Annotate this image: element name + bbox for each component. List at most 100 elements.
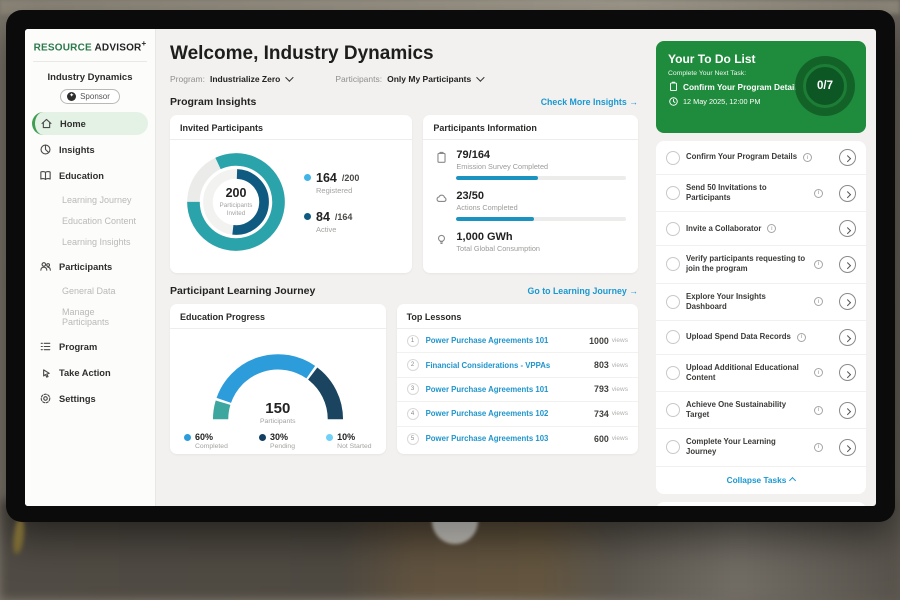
chevron-right-icon[interactable] [839, 149, 856, 166]
sidebar-item-settings[interactable]: Settings [32, 387, 148, 410]
sidebar-item-insights[interactable]: Insights [32, 138, 148, 161]
gauge-legend-label: Completed [195, 443, 228, 450]
todo-item-label: Verify participants requesting to join t… [686, 254, 808, 274]
chevron-right-icon[interactable] [839, 256, 856, 273]
learning-journey-header: Participant Learning Journey Go to Learn… [170, 285, 638, 297]
info-icon: i [767, 224, 776, 233]
legend-dot [184, 434, 191, 441]
info-icon: i [814, 260, 823, 269]
sidebar-item-label: Take Action [59, 368, 111, 378]
todo-item-invite-a-collaborator[interactable]: Invite a Collaboratori [656, 212, 866, 246]
participants-information-title: Participants Information [423, 115, 638, 140]
chevron-down-icon [476, 73, 484, 81]
info-icon: i [797, 333, 806, 342]
lesson-rank: 4 [407, 408, 419, 420]
legend-dot [304, 174, 311, 181]
stat-value: 79/164 [456, 149, 626, 161]
todo-item-label: Upload Additional Educational Content [686, 363, 808, 383]
gauge-legend-label: Pending [270, 443, 295, 450]
todo-item-send-50-invitations-to-participants[interactable]: Send 50 Invitations to Participantsi [656, 175, 866, 212]
lesson-title-link[interactable]: Power Purchase Agreements 103 [426, 434, 594, 443]
sidebar-item-label: Participants [59, 262, 112, 272]
todo-panel: Your To Do List Complete Your Next Task:… [652, 29, 876, 506]
sidebar-item-education-content[interactable]: Education Content [32, 211, 148, 231]
invited-legend: 164/200Registered84/164Active [304, 171, 359, 234]
todo-item-upload-spend-data-records[interactable]: Upload Spend Data Records i [656, 321, 866, 355]
sidebar-item-manage-participants[interactable]: Manage Participants [32, 302, 148, 332]
sidebar-item-label: Manage Participants [62, 307, 141, 327]
lesson-rank: 5 [407, 433, 419, 445]
sidebar-item-take-action[interactable]: Take Action [32, 361, 148, 384]
participants-stats: 79/164Emission Survey Completed23/50Acti… [423, 140, 638, 253]
sidebar-item-label: Program [59, 342, 97, 352]
chevron-right-icon[interactable] [839, 402, 856, 419]
program-filter-label: Program: [170, 74, 205, 84]
sidebar-item-education[interactable]: Education [32, 164, 148, 187]
chevron-right-icon[interactable] [839, 220, 856, 237]
lesson-title-link[interactable]: Power Purchase Agreements 101 [426, 336, 590, 345]
stat-value: 1,000 GWh [456, 231, 626, 243]
todo-checkbox[interactable] [666, 151, 680, 165]
lesson-row: 5Power Purchase Agreements 103600views [397, 427, 638, 451]
todo-item-verify-participants-requesting-to-join-the-program[interactable]: Verify participants requesting to join t… [656, 246, 866, 283]
todo-item-achieve-one-sustainability-target[interactable]: Achieve One Sustainability Targeti [656, 392, 866, 429]
todo-item-label: Upload Spend Data Records [686, 332, 791, 342]
sidebar-item-learning-journey[interactable]: Learning Journey [32, 190, 148, 210]
chevron-right-icon[interactable] [839, 364, 856, 381]
lesson-title-link[interactable]: Power Purchase Agreements 101 [426, 385, 594, 394]
chevron-right-icon[interactable] [839, 329, 856, 346]
insights-cards-row: Invited Participants 200 Participants In… [170, 115, 638, 273]
check-more-insights-link[interactable]: Check More Insights → [541, 97, 638, 107]
program-insights-title: Program Insights [170, 96, 256, 108]
legend-item-registered: 164/200Registered [304, 171, 359, 195]
chevron-up-icon [789, 476, 796, 483]
education-progress-card: Education Progress 150 Participants 60%C… [170, 304, 386, 454]
todo-checkbox[interactable] [666, 295, 680, 309]
todo-item-complete-your-learning-journey[interactable]: Complete Your Learning Journeyi [656, 429, 866, 466]
donut-center-label: 200 Participants Invited [178, 144, 294, 260]
participants-filter-select[interactable]: Only My Participants [387, 74, 482, 84]
gauge-legend-line: 30% [259, 432, 295, 442]
sidebar-item-home[interactable]: Home [32, 112, 148, 135]
top-lessons-card: Top Lessons 1Power Purchase Agreements 1… [397, 304, 638, 454]
todo-item-confirm-your-program-details[interactable]: Confirm Your Program Detailsi [656, 141, 866, 175]
gauge-legend-label: Not Started [337, 443, 371, 450]
lesson-title-link[interactable]: Power Purchase Agreements 102 [426, 409, 594, 418]
todo-checkbox[interactable] [666, 186, 680, 200]
sidebar-item-general-data[interactable]: General Data [32, 281, 148, 301]
participants-filter: Participants: Only My Participants [335, 74, 482, 84]
todo-checkbox[interactable] [666, 366, 680, 380]
program-filter-select[interactable]: Industrialize Zero [210, 74, 291, 84]
todo-checkbox[interactable] [666, 222, 680, 236]
sidebar-nav: Home Insights Education Learning JourneyEdu… [25, 112, 155, 410]
gauge-legend-line: 60% [184, 432, 228, 442]
legend-total: /200 [342, 173, 360, 183]
clock-icon [668, 96, 679, 107]
todo-item-upload-additional-educational-content[interactable]: Upload Additional Educational Contenti [656, 355, 866, 392]
screen: RESOURCE ADVISOR+ Industry Dynamics ✦ Sp… [25, 29, 876, 506]
lesson-title-link[interactable]: Financial Considerations - VPPAs [426, 361, 594, 370]
participants-information-card: Participants Information 79/164Emission … [423, 115, 638, 273]
chevron-right-icon[interactable] [839, 185, 856, 202]
collapse-tasks-link[interactable]: Collapse Tasks [656, 467, 866, 494]
chevron-right-icon[interactable] [839, 439, 856, 456]
todo-checkbox[interactable] [666, 257, 680, 271]
sponsor-badge-label: Sponsor [80, 92, 110, 101]
invited-participants-body: 200 Participants Invited 164/200Register… [170, 140, 412, 264]
todo-checkbox[interactable] [666, 440, 680, 454]
legend-dot [304, 213, 311, 220]
chevron-right-icon[interactable] [839, 293, 856, 310]
go-to-learning-journey-link[interactable]: Go to Learning Journey → [528, 286, 638, 296]
sidebar-item-program[interactable]: Program [32, 335, 148, 358]
legend-value: 84 [316, 210, 330, 224]
sidebar-item-learning-insights[interactable]: Learning Insights [32, 232, 148, 252]
gauge-center-caption: Participants [193, 418, 363, 425]
sidebar-item-participants[interactable]: Participants [32, 255, 148, 278]
todo-checkbox[interactable] [666, 403, 680, 417]
todo-hero-datetime-label: 12 May 2025, 12:00 PM [683, 97, 760, 106]
todo-item-explore-your-insights-dashboard[interactable]: Explore Your Insights Dashboardi [656, 284, 866, 321]
stat-total-global-consumption: 1,000 GWhTotal Global Consumption [435, 231, 626, 253]
info-icon: i [814, 443, 823, 452]
todo-checkbox[interactable] [666, 330, 680, 344]
education-icon [39, 169, 52, 182]
